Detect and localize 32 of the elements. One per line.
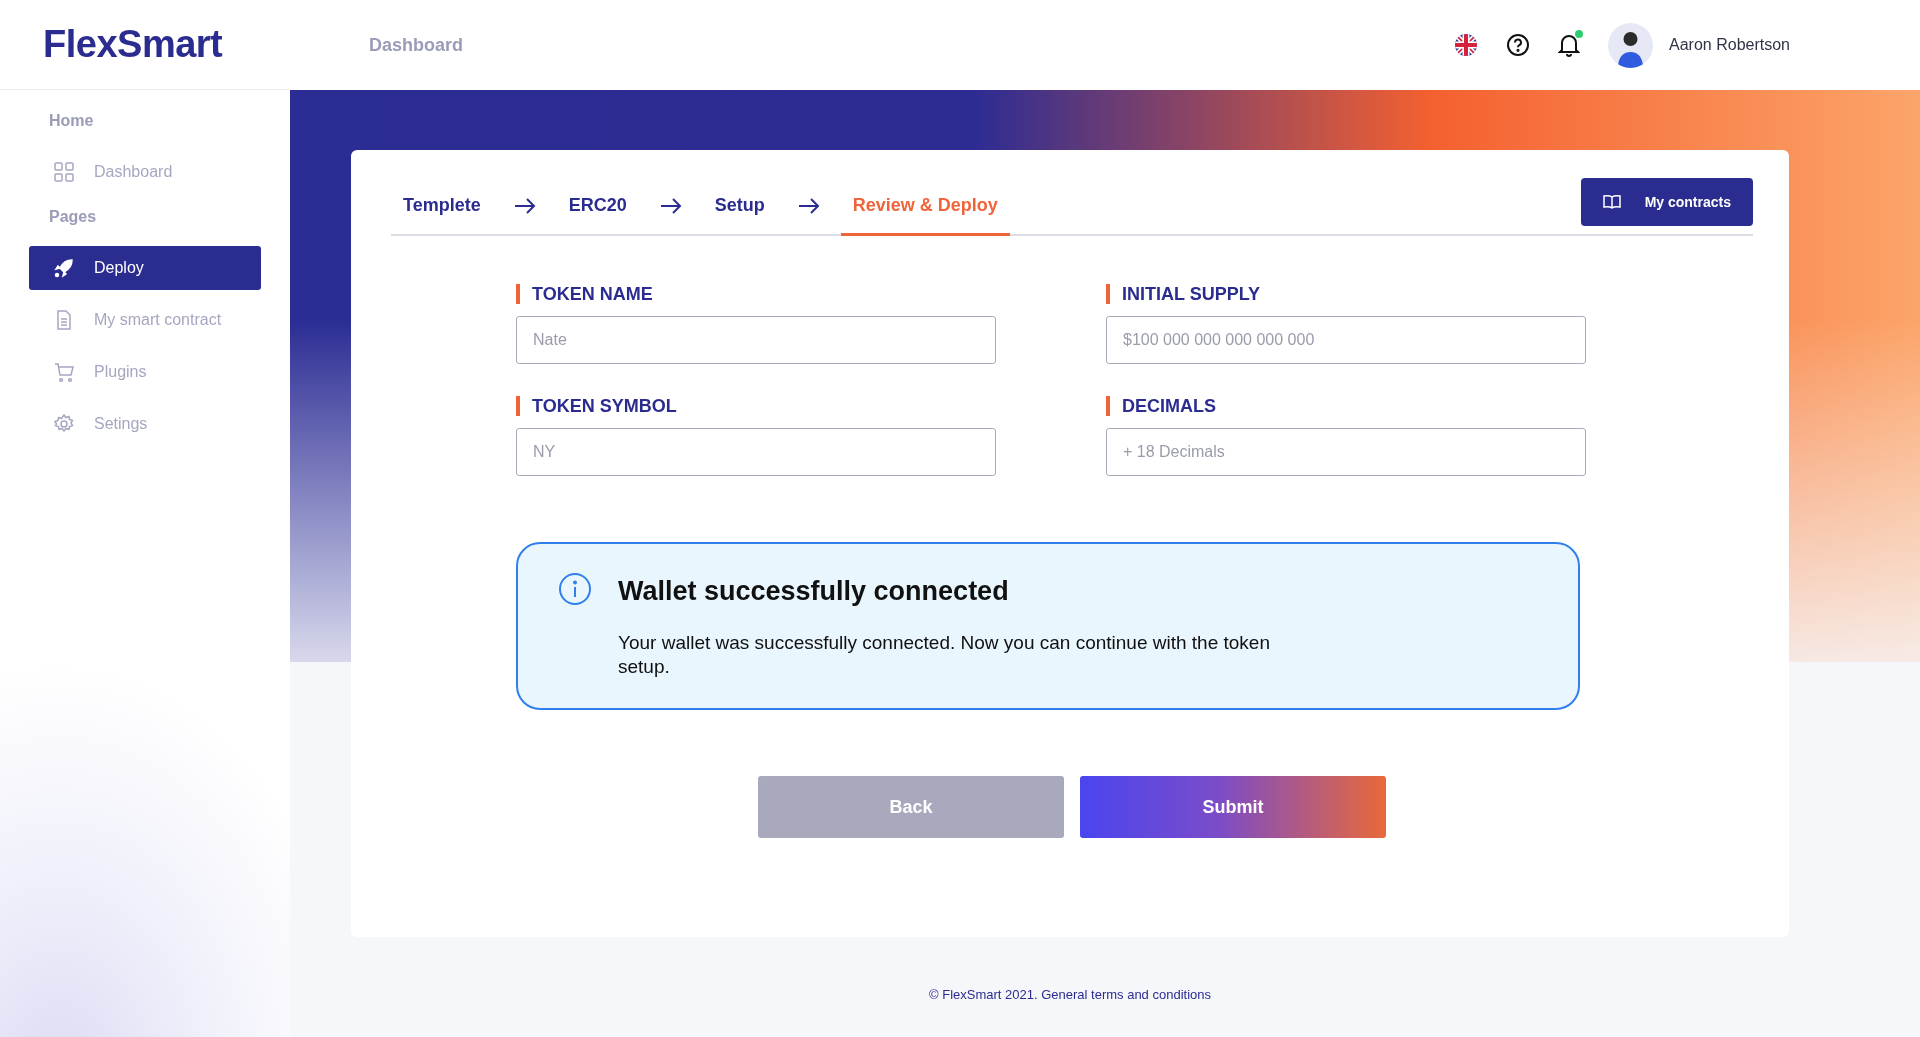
logo: FlexSmart — [43, 23, 223, 66]
field-label: TOKEN NAME — [516, 284, 996, 304]
rocket-icon — [53, 257, 75, 279]
alert-title: Wallet successfully connected — [618, 576, 1010, 607]
alert-message: Your wallet was successfully connected. Now you can continue with the token setup. — [618, 631, 1271, 679]
grid-icon — [53, 161, 75, 183]
user-name: Aaron Robertson — [1669, 36, 1790, 54]
step-tab[interactable]: Templete — [391, 178, 493, 236]
input-field[interactable]: + 18 Decimals — [1106, 428, 1586, 476]
input-field[interactable]: NY — [516, 428, 996, 476]
input-field[interactable]: $100 000 000 000 000 000 — [1106, 316, 1586, 364]
flag-icon[interactable] — [1454, 33, 1479, 57]
step-tab[interactable]: ERC20 — [556, 178, 639, 236]
field-label: INITIAL SUPPLY — [1106, 284, 1586, 304]
section-heading: Pages — [48, 208, 98, 226]
footer-text: © FlexSmart 2021. General terms and conditions — [928, 987, 1212, 1002]
book-icon — [1602, 194, 1621, 210]
breadcrumb: Dashboard — [369, 34, 465, 56]
cart-icon — [53, 361, 75, 383]
submit-button[interactable]: Submit — [1080, 776, 1386, 838]
field-label: DECIMALS — [1106, 396, 1586, 416]
step-tab[interactable]: Review & Deploy — [840, 178, 1010, 236]
input-field[interactable]: Nate — [516, 316, 996, 364]
help-icon[interactable] — [1506, 33, 1531, 57]
sidebar-item[interactable]: Deploy — [29, 246, 261, 290]
section-heading: Home — [48, 112, 95, 130]
my-contracts-button[interactable]: My contracts — [1580, 178, 1753, 226]
bell-icon[interactable] — [1558, 33, 1581, 57]
gear-icon — [53, 413, 75, 435]
info-icon — [558, 572, 592, 606]
field-label: TOKEN SYMBOL — [516, 396, 996, 416]
step-tab[interactable]: Setup — [702, 178, 777, 236]
